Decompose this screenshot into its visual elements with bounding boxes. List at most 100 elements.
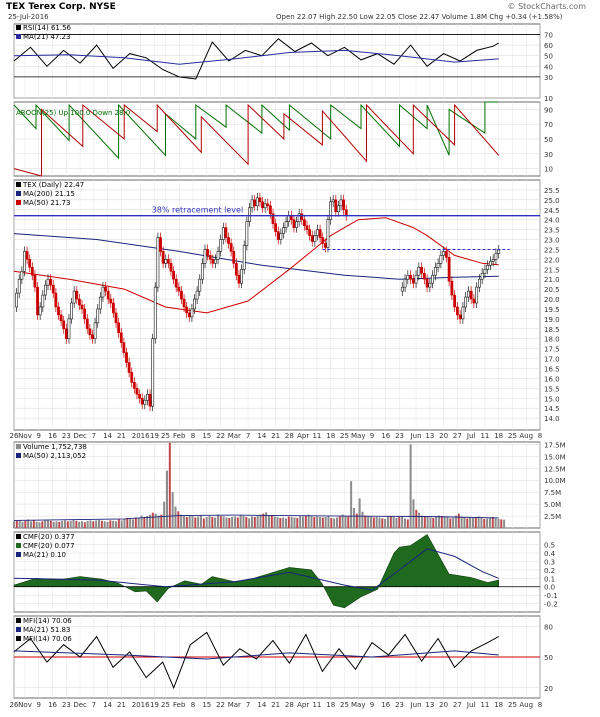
price-candle-body [420,267,423,274]
volume-bar [182,515,185,528]
volume-bar [66,521,69,528]
volume-bar [114,521,117,528]
price-candle-body [83,308,87,320]
volume-bar [358,498,361,528]
price-candle-body [442,251,446,256]
mfi-legend-swatch [16,618,21,623]
x-axis-tick-label: May [351,701,365,709]
volume-bar [38,522,41,528]
price-candle-body [486,265,490,270]
x-axis-tick-label: 25 [161,701,170,709]
mfi-legend-label: MA(21) 51.83 [23,626,70,634]
volume-bar [75,520,78,528]
x-axis-tick-label: Mar [228,432,241,440]
price-candle-body [109,298,113,304]
price-legend-swatch [16,191,21,196]
rsi-panel-frame [13,23,541,99]
price-candle-body [433,267,437,276]
x-axis-tick-label: 14 [103,432,112,440]
volume-bar [199,515,202,528]
price-candle-body [344,209,348,217]
volume-bar [488,517,491,528]
price-panel-tick-label: 22.0 [544,256,560,264]
volume-bar [273,516,276,528]
volume-bar [163,501,166,528]
price-candle-body [180,290,183,300]
volume-bar [386,516,389,528]
x-axis-tick-label: 8 [538,432,542,440]
volume-bar [239,515,242,528]
volume-bar [412,499,415,528]
volume-bar [287,516,290,528]
x-axis-tick-label: 8 [538,701,542,709]
price-panel-tick-label: 25.0 [544,197,560,205]
x-axis-tick-label: 21 [271,432,280,440]
x-axis-tick-label: 16 [48,701,57,709]
x-axis-tick-label: 25 [340,701,349,709]
price-panel-tick-label: 17.0 [544,356,560,364]
volume-bar [503,519,506,528]
x-axis-tick-label: Dec [73,432,87,440]
volume-bar [344,515,347,528]
x-axis-tick-label: Nov [18,432,32,440]
volume-bar [375,517,378,528]
price-candle-body [151,338,155,407]
price-candle-body [450,280,454,296]
volume-bar [279,517,282,528]
volume-bar [194,517,197,528]
price-legend-swatch [16,182,21,187]
price-candle-body [224,227,228,238]
price-panel-tick-label: 16.5 [544,365,560,373]
volume-bar [418,512,421,528]
volume-bar [460,516,463,528]
price-candle-body [132,382,136,389]
volume-bar [389,516,392,528]
cmf-legend-swatch [16,534,21,539]
x-axis-tick-label: 2016 [132,432,150,440]
volume-bar [471,517,474,528]
price-candle-body [54,292,58,308]
price-candle-body [305,225,309,230]
volume-bar [177,511,180,528]
volume-bar [97,519,100,528]
price-candle-body [38,306,42,316]
price-candle-body [67,318,71,340]
volume-bar [131,519,134,528]
cmf-panel-tick-label: -0.1 [544,592,558,600]
x-axis-tick-label: 15 [202,701,211,709]
x-axis-tick-label: May [351,432,365,440]
x-axis-tick-label: 28 [285,701,294,709]
rsi-legend-label: MA(21) 47.23 [23,33,70,41]
aroon-panel-tick-label: 50 [544,136,553,144]
price-candle-body [93,322,97,340]
x-axis-tick-label: 16 [381,701,390,709]
volume-bar [191,516,194,528]
price-candle-body [135,388,139,395]
price-candle-body [161,251,165,264]
volume-bar [219,516,222,528]
price-candle-body [292,219,296,228]
x-axis-tick-label: 19 [150,701,159,709]
price-panel-tick-label: 15.0 [544,395,560,403]
price-panel-tick-label: 19.0 [544,316,560,324]
volume-bar [494,518,497,528]
volume-bar [420,515,423,528]
volume-bar [372,517,375,528]
volume-bar [293,517,296,528]
x-axis-tick-label: 14 [257,701,266,709]
volume-bar [248,518,251,528]
volume-bar [231,517,234,528]
price-candle-body [221,227,225,240]
price-candle-body [70,302,73,320]
volume-bar [335,517,338,528]
volume-bar [313,517,316,528]
x-axis-tick-label: 7 [92,432,96,440]
x-axis-tick-label: 14 [103,701,112,709]
price-candle-body [425,278,429,288]
price-candle-body [313,235,317,242]
x-axis-tick-label: 13 [425,432,434,440]
price-candle-body [464,296,468,308]
rsi-legend-swatch [16,34,21,39]
price-candle-body [62,320,66,330]
price-candle-body [406,274,410,280]
